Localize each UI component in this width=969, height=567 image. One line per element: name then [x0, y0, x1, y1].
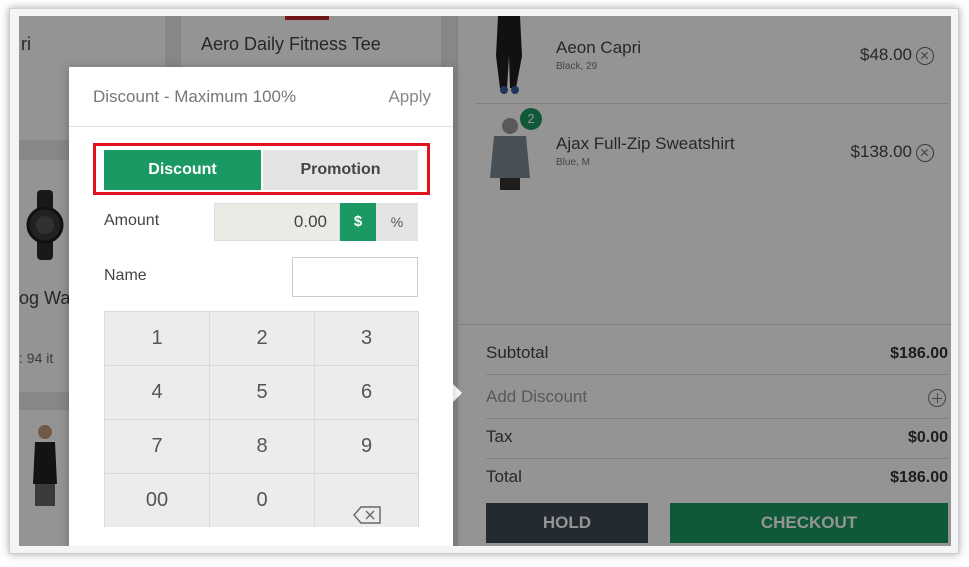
key-4[interactable]: 4 [105, 366, 209, 419]
amount-label: Amount [104, 212, 160, 229]
name-label: Name [104, 267, 147, 284]
key-6[interactable]: 6 [315, 366, 418, 419]
numeric-keypad: 1 2 3 4 5 6 7 8 9 00 0 [104, 311, 419, 527]
name-input[interactable] [292, 257, 418, 297]
popup-header: Discount - Maximum 100% Apply [69, 67, 453, 127]
key-8[interactable]: 8 [210, 420, 314, 473]
key-7[interactable]: 7 [105, 420, 209, 473]
key-3[interactable]: 3 [315, 312, 418, 365]
key-1[interactable]: 1 [105, 312, 209, 365]
key-2[interactable]: 2 [210, 312, 314, 365]
unit-dollar-toggle[interactable]: $ [340, 203, 376, 241]
key-0[interactable]: 0 [210, 474, 314, 527]
window-frame: ri Aero Daily Fitness Tee og Wa : 94 it [9, 8, 959, 554]
backspace-icon [352, 492, 381, 524]
popup-pointer [453, 384, 462, 402]
amount-input[interactable]: 0.00 [214, 203, 340, 241]
key-9[interactable]: 9 [315, 420, 418, 473]
key-backspace[interactable] [315, 474, 418, 527]
popup-title: Discount - Maximum 100% [93, 87, 297, 106]
unit-percent-toggle[interactable]: % [376, 203, 418, 241]
tab-discount[interactable]: Discount [104, 150, 261, 190]
apply-button[interactable]: Apply [388, 87, 431, 107]
key-5[interactable]: 5 [210, 366, 314, 419]
pos-screen: ri Aero Daily Fitness Tee og Wa : 94 it [19, 16, 951, 546]
key-00[interactable]: 00 [105, 474, 209, 527]
discount-popup: Discount - Maximum 100% Apply Discount P… [69, 67, 453, 546]
tab-promotion[interactable]: Promotion [263, 150, 418, 190]
